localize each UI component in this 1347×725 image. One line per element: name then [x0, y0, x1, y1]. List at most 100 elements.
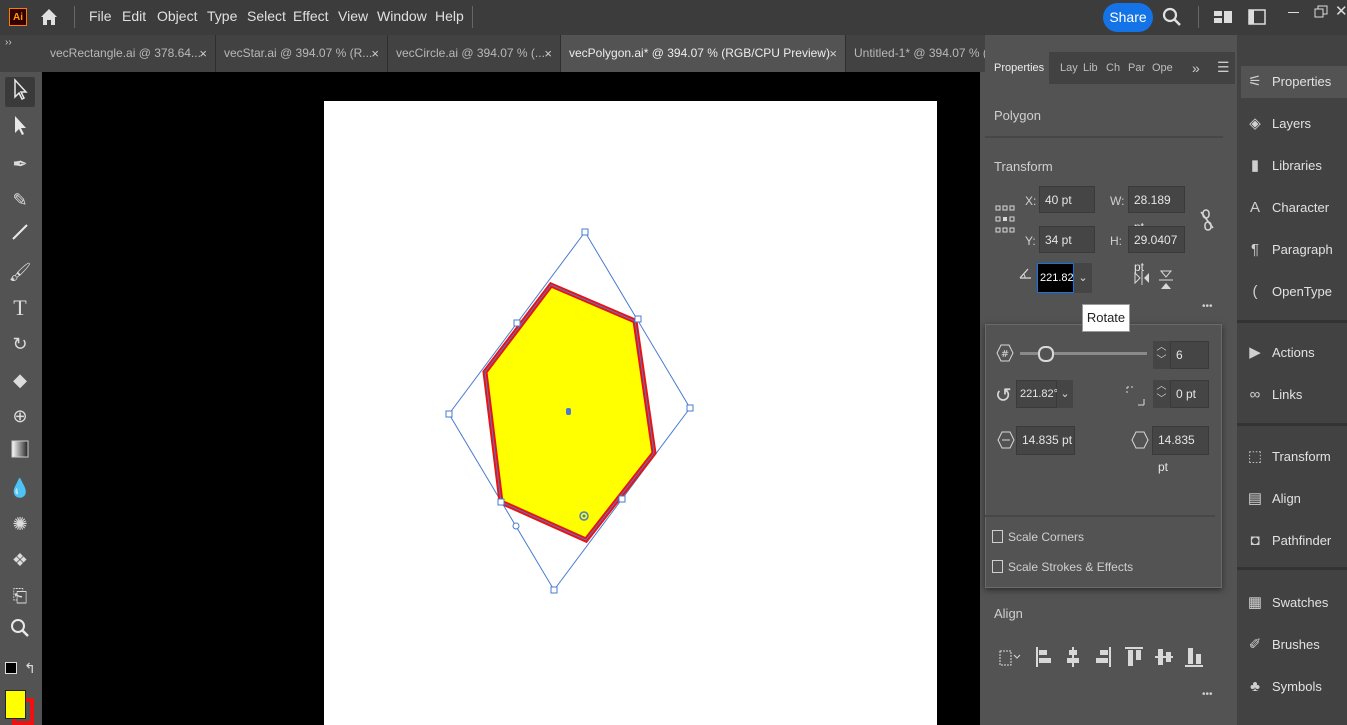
- sides-slider-thumb[interactable]: [1038, 346, 1054, 362]
- dock-brushes[interactable]: ✐ Brushes: [1244, 631, 1344, 659]
- scale-strokes-checkbox[interactable]: [992, 560, 1003, 573]
- menu-help[interactable]: Help: [435, 8, 464, 24]
- menu-window[interactable]: Window: [377, 8, 427, 24]
- tab-vecstar[interactable]: vecStar.ai @ 394.07 % (R... ×: [216, 35, 388, 72]
- dock-pathfinder[interactable]: ◘ Pathfinder: [1244, 527, 1344, 555]
- x-field[interactable]: 40 pt: [1039, 186, 1095, 213]
- side-length-field[interactable]: 14.835 pt: [1152, 426, 1209, 474]
- menu-object[interactable]: Object: [157, 8, 197, 24]
- polygon-artwork[interactable]: [324, 101, 937, 725]
- flip-horizontal-icon[interactable]: [1134, 270, 1150, 289]
- panel-tab-properties[interactable]: Properties: [994, 62, 1044, 74]
- dock-actions[interactable]: ▶ Actions: [1244, 339, 1344, 367]
- constrain-proportions-icon[interactable]: [1199, 208, 1215, 235]
- tab-veccircle[interactable]: vecCircle.ai @ 394.07 % (... ×: [388, 35, 561, 72]
- pen-tool-icon[interactable]: ✒: [6, 150, 34, 178]
- panel-tab-layers[interactable]: Lay: [1060, 62, 1078, 74]
- close-window-icon[interactable]: ✕: [1335, 2, 1347, 20]
- eyedropper-tool-icon[interactable]: 💧: [6, 474, 34, 502]
- scale-corners-checkbox[interactable]: [992, 530, 1003, 543]
- menu-type[interactable]: Type: [207, 8, 237, 24]
- sides-field[interactable]: 6: [1170, 341, 1209, 369]
- rotate-field[interactable]: 221.821: [1037, 263, 1080, 293]
- panel-tab-libraries[interactable]: Lib: [1083, 62, 1098, 74]
- flip-vertical-icon[interactable]: [1158, 270, 1174, 293]
- more-options-icon[interactable]: •••: [1202, 301, 1213, 312]
- dock-layers[interactable]: ◈ Layers: [1244, 110, 1344, 138]
- direct-selection-tool-icon[interactable]: [6, 114, 34, 142]
- rotate-tool-icon[interactable]: ↻: [6, 330, 34, 358]
- align-horizontal-center-icon[interactable]: [1064, 646, 1082, 671]
- fill-swatch[interactable]: [5, 690, 26, 719]
- dock-symbols[interactable]: ♣ Symbols: [1244, 673, 1344, 701]
- align-more-options-icon[interactable]: •••: [1202, 689, 1213, 700]
- corner-stepper[interactable]: ︿ ﹀: [1153, 380, 1170, 408]
- align-right-icon[interactable]: [1094, 646, 1112, 671]
- minimize-icon[interactable]: [1288, 12, 1299, 13]
- angle-dropdown-chevron-down-icon[interactable]: ⌄: [1057, 380, 1073, 408]
- corner-radius-field[interactable]: 0 pt: [1170, 380, 1209, 408]
- panel-overflow-icon[interactable]: »: [1192, 60, 1200, 76]
- close-icon[interactable]: ×: [199, 35, 207, 72]
- panel-tab-character[interactable]: Ch: [1106, 62, 1120, 74]
- collapse-toolbar-icon[interactable]: ››: [5, 37, 12, 48]
- default-colors-icon[interactable]: [5, 662, 17, 674]
- align-top-icon[interactable]: [1124, 646, 1144, 671]
- symbol-sprayer-tool-icon[interactable]: ❖: [6, 546, 34, 574]
- dock-links[interactable]: ∞ Links: [1244, 381, 1344, 409]
- menu-file[interactable]: File: [89, 8, 112, 24]
- menu-edit[interactable]: Edit: [122, 8, 146, 24]
- gradient-tool-icon[interactable]: [6, 438, 34, 466]
- dock-paragraph[interactable]: ¶ Paragraph: [1244, 236, 1344, 264]
- dock-align[interactable]: ▤ Align: [1244, 485, 1344, 513]
- align-to-icon[interactable]: [997, 646, 1023, 671]
- close-icon[interactable]: ×: [829, 35, 837, 72]
- search-icon[interactable]: [1162, 7, 1182, 30]
- dock-transform[interactable]: ⬚ Transform: [1244, 443, 1344, 471]
- zoom-tool-icon[interactable]: [6, 618, 34, 646]
- eraser-tool-icon[interactable]: ◆: [6, 366, 34, 394]
- restore-icon[interactable]: [1314, 5, 1328, 21]
- arrange-docs-icon[interactable]: [1248, 9, 1266, 28]
- polygon-angle-field[interactable]: 221.82°: [1016, 380, 1058, 408]
- dock-opentype[interactable]: (OpenType: [1244, 278, 1344, 306]
- close-icon[interactable]: ×: [371, 35, 379, 72]
- sides-stepper[interactable]: ︿ ﹀: [1153, 341, 1170, 369]
- dock-libraries[interactable]: ▮ Libraries: [1244, 152, 1344, 180]
- y-field[interactable]: 34 pt: [1039, 226, 1095, 253]
- width-field[interactable]: 28.189 pt: [1128, 186, 1185, 234]
- align-bottom-icon[interactable]: [1184, 646, 1204, 671]
- align-left-icon[interactable]: [1035, 646, 1053, 671]
- shape-builder-tool-icon[interactable]: ⊕: [6, 402, 34, 430]
- align-vertical-center-icon[interactable]: [1154, 646, 1174, 671]
- close-icon[interactable]: ×: [544, 35, 552, 72]
- panel-tab-paragraph[interactable]: Par: [1128, 62, 1145, 74]
- reference-point-icon[interactable]: [995, 205, 1015, 236]
- menu-select[interactable]: Select: [247, 8, 286, 24]
- line-tool-icon[interactable]: [6, 222, 34, 250]
- puppet-warp-tool-icon[interactable]: ✺: [6, 510, 34, 538]
- menu-effect[interactable]: Effect: [293, 8, 329, 24]
- paintbrush-tool-icon[interactable]: 🖌: [6, 258, 34, 286]
- polygon-radius-field[interactable]: 14.835 pt: [1016, 426, 1075, 455]
- rotate-dropdown-chevron-down-icon[interactable]: ⌄: [1074, 263, 1092, 293]
- tab-untitled[interactable]: Untitled-1* @ 394.07 % (: [846, 35, 985, 72]
- dock-properties[interactable]: ⚟ Properties: [1244, 68, 1344, 96]
- tab-vecrectangle[interactable]: vecRectangle.ai @ 378.64... ×: [42, 35, 216, 72]
- tab-vecpolygon[interactable]: vecPolygon.ai* @ 394.07 % (RGB/CPU Previ…: [561, 35, 846, 72]
- swap-colors-icon[interactable]: ↰: [24, 660, 36, 677]
- selection-tool-icon[interactable]: [6, 78, 34, 106]
- home-icon[interactable]: [38, 6, 60, 28]
- type-tool-icon[interactable]: T: [6, 294, 34, 322]
- dock-character[interactable]: A Character: [1244, 194, 1344, 222]
- dock-swatches[interactable]: ▦ Swatches: [1244, 589, 1344, 617]
- rotate-handle[interactable]: [512, 522, 520, 530]
- artboard-tool-icon[interactable]: ⎗: [6, 582, 34, 610]
- menu-view[interactable]: View: [338, 8, 368, 24]
- share-button[interactable]: Share: [1103, 3, 1153, 32]
- panel-menu-icon[interactable]: ☰: [1217, 59, 1230, 76]
- panel-tab-opentype[interactable]: Ope: [1152, 62, 1173, 74]
- workspace-icon[interactable]: [1214, 9, 1232, 28]
- curvature-tool-icon[interactable]: ✎: [6, 186, 34, 214]
- height-field[interactable]: 29.0407 pt: [1128, 226, 1185, 274]
